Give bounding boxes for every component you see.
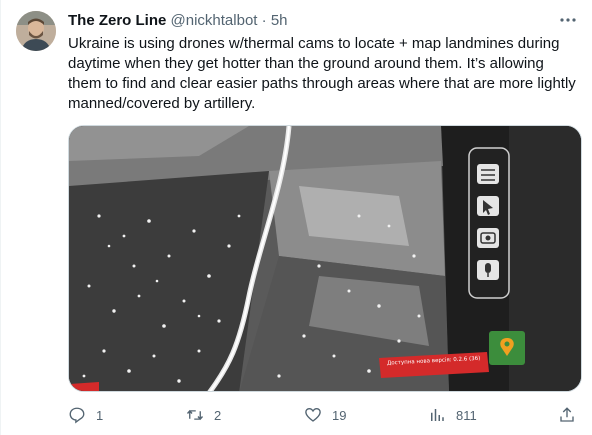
like-count: 19 bbox=[332, 407, 347, 423]
user-handle[interactable]: @nickhtalbot bbox=[171, 12, 258, 29]
reply-button[interactable]: 1 bbox=[68, 401, 103, 429]
tweet-media-image[interactable]: Доступна нова версія: 0.2.6 (36) bbox=[68, 125, 582, 392]
cursor-icon bbox=[477, 196, 499, 216]
heart-icon bbox=[305, 408, 321, 422]
like-button[interactable]: 19 bbox=[304, 401, 346, 429]
reply-count: 1 bbox=[96, 407, 104, 423]
retweet-count: 2 bbox=[214, 407, 222, 423]
share-icon bbox=[560, 407, 574, 422]
analytics-icon bbox=[431, 409, 444, 421]
microphone-icon bbox=[477, 260, 499, 280]
display-name[interactable]: The Zero Line bbox=[68, 12, 166, 29]
retweet-icon bbox=[186, 409, 204, 421]
retweet-button[interactable]: 2 bbox=[186, 401, 221, 429]
tweet-header: The Zero Line @nickhtalbot · 5h bbox=[68, 11, 288, 31]
share-button[interactable] bbox=[558, 401, 576, 429]
layers-icon bbox=[477, 164, 499, 184]
reply-icon bbox=[69, 407, 85, 424]
tweet: The Zero Line @nickhtalbot · 5h Ukraine … bbox=[0, 0, 592, 435]
timeline-divider bbox=[0, 0, 1, 435]
views-count: 811 bbox=[456, 407, 477, 423]
timestamp[interactable]: 5h bbox=[271, 12, 288, 29]
tweet-actions: 1 2 19 811 bbox=[60, 401, 580, 429]
avatar[interactable] bbox=[16, 11, 56, 51]
map-pin-icon bbox=[489, 331, 525, 365]
separator-dot: · bbox=[261, 12, 267, 29]
thermal-drone-footage bbox=[69, 126, 581, 391]
tweet-text: Ukraine is using drones w/thermal cams t… bbox=[68, 35, 576, 112]
camera-icon bbox=[477, 228, 499, 248]
views-button[interactable]: 811 bbox=[428, 401, 477, 429]
more-icon bbox=[560, 18, 576, 22]
more-options-button[interactable] bbox=[558, 10, 578, 30]
